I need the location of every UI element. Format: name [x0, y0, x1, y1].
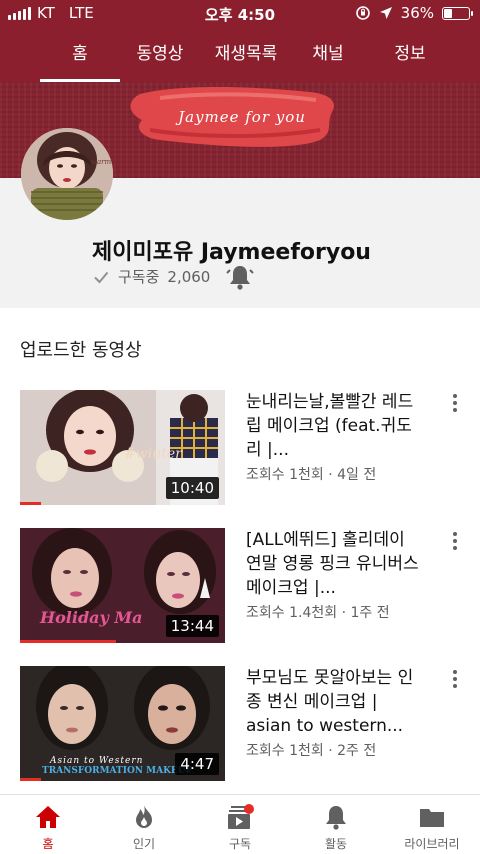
- video-thumbnail[interactable]: Holiday Ma 13:44: [20, 528, 225, 643]
- thumbnail-caption: Holiday Ma: [40, 608, 143, 627]
- tab-home[interactable]: 홈: [40, 26, 120, 82]
- folder-icon: [420, 809, 444, 827]
- nav-activity[interactable]: 활동: [288, 795, 384, 854]
- tab-playlists[interactable]: 재생목록: [206, 26, 286, 82]
- thumbnail-subcaption: TRANSFORMATION MAKEUP: [42, 766, 193, 776]
- status-right: 36%: [355, 4, 473, 22]
- subscriber-count: 2,060: [167, 267, 211, 286]
- subscribed-label: 구독중: [118, 268, 160, 286]
- video-meta: 조회수 1천회 · 2주 전: [246, 743, 377, 759]
- checkmark-icon: [94, 271, 109, 283]
- home-icon: [36, 806, 60, 828]
- thumbnail-caption: #winter: [124, 446, 182, 462]
- flame-icon: [136, 805, 152, 828]
- svg-text:warm: warm: [91, 158, 112, 166]
- video-meta: 조회수 1.4천회 · 1주 전: [246, 605, 390, 621]
- channel-name: 제이미포유 Jaymeeforyou: [92, 240, 371, 265]
- video-duration: 13:44: [165, 615, 219, 637]
- nav-trending[interactable]: 인기: [96, 795, 192, 854]
- nav-home-label: 홈: [42, 837, 54, 851]
- more-options-icon[interactable]: [448, 392, 462, 414]
- notification-bell-icon[interactable]: [226, 263, 254, 291]
- more-options-icon[interactable]: [448, 530, 462, 552]
- thumbnail-caption: Asian to Western: [50, 756, 144, 766]
- watch-progress-bar: [20, 778, 41, 781]
- channel-tabs: 홈 동영상 재생목록 채널 정보: [0, 26, 480, 82]
- nav-subscriptions-label: 구독: [228, 837, 252, 851]
- tab-videos[interactable]: 동영상: [130, 26, 190, 82]
- video-duration: 4:47: [175, 753, 219, 775]
- nav-library-label: 라이브러리: [404, 837, 460, 851]
- nav-activity-label: 활동: [324, 837, 348, 851]
- watch-progress-bar: [20, 640, 117, 643]
- subscriptions-icon: [228, 804, 254, 829]
- uploads-section-title: 업로드한 동영상: [20, 340, 142, 361]
- nav-subscriptions[interactable]: 구독: [192, 795, 288, 854]
- video-title[interactable]: [ALL에뛰드] 홀리데이 연말 영롱 핑크 유니버스 메이크업 |...: [246, 528, 422, 600]
- video-meta: 조회수 1천회 · 4일 전: [246, 467, 377, 483]
- more-options-icon[interactable]: [448, 668, 462, 690]
- nav-home[interactable]: 홈: [0, 795, 96, 854]
- banner-title: Jaymee for you: [178, 108, 306, 126]
- location-arrow-icon: [379, 7, 392, 19]
- watch-progress-bar: [20, 502, 41, 505]
- tab-channels[interactable]: 채널: [306, 26, 350, 82]
- video-item[interactable]: Holiday Ma 13:44 [ALL에뛰드] 홀리데이 연말 영롱 핑크 …: [0, 528, 480, 644]
- nav-library[interactable]: 라이브러리: [384, 795, 480, 854]
- video-thumbnail[interactable]: #winter 10:40: [20, 390, 225, 505]
- tab-about[interactable]: 정보: [388, 26, 432, 82]
- video-item[interactable]: #winter 10:40 눈내리는날,볼빨간 레드립 메이크업 (feat.귀…: [0, 390, 480, 506]
- battery-icon: [442, 6, 473, 20]
- bottom-navigation: 홈 인기 구독 활동 라이브러리: [0, 794, 480, 854]
- video-title[interactable]: 눈내리는날,볼빨간 레드립 메이크업 (feat.귀도리 |...: [246, 390, 422, 462]
- video-item[interactable]: Asian to Western TRANSFORMATION MAKEUP 4…: [0, 666, 480, 782]
- bell-icon: [326, 806, 346, 830]
- status-bar: KT LTE 오후 4:50 36%: [0, 0, 480, 26]
- lipstick-swatch-art: [130, 87, 334, 147]
- orientation-lock-icon: [355, 6, 370, 20]
- nav-trending-label: 인기: [132, 837, 156, 851]
- subscription-status[interactable]: 구독중 2,060: [92, 266, 210, 287]
- video-title[interactable]: 부모님도 못알아보는 인종 변신 메이크업 | asian to western…: [246, 666, 422, 738]
- video-duration: 10:40: [165, 477, 219, 499]
- channel-avatar[interactable]: warm: [21, 128, 113, 220]
- battery-percent: 36%: [400, 4, 434, 22]
- video-thumbnail[interactable]: Asian to Western TRANSFORMATION MAKEUP 4…: [20, 666, 225, 781]
